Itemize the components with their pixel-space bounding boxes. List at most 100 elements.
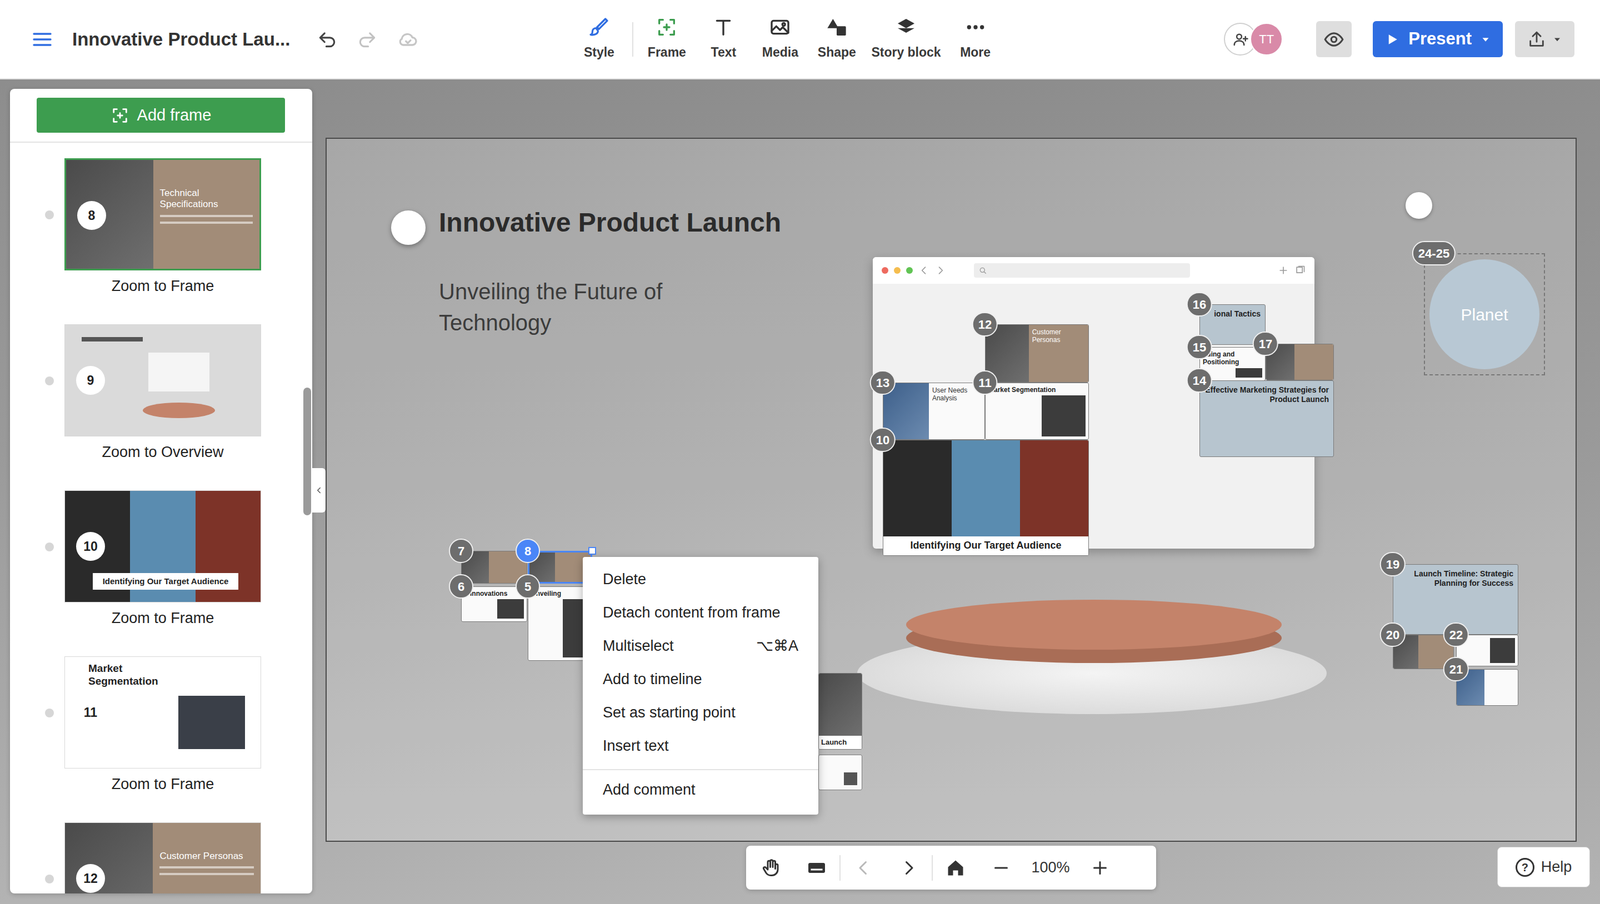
frame[interactable]: Launch bbox=[818, 673, 863, 750]
frame-number-badge[interactable]: 21 bbox=[1443, 657, 1469, 682]
frame-number-badge[interactable]: 7 bbox=[448, 538, 474, 564]
canvas-title[interactable]: Innovative Product Launch bbox=[438, 202, 782, 243]
canvas[interactable]: Innovative Product Launch Unveiling the F… bbox=[0, 79, 1600, 904]
toolbar-button[interactable]: More bbox=[948, 16, 1003, 63]
navigation-bar: 100% bbox=[746, 846, 1157, 890]
toolbar-button[interactable]: Style bbox=[572, 16, 626, 63]
frame-number-badge[interactable]: 5 bbox=[515, 574, 540, 599]
menu-item[interactable]: Add to timeline bbox=[582, 662, 819, 697]
zoom-in-button[interactable] bbox=[1077, 846, 1123, 890]
captions-button[interactable] bbox=[793, 846, 840, 890]
collage-photo bbox=[951, 440, 1020, 537]
add-frame-icon bbox=[110, 106, 130, 125]
presentation-title[interactable]: Innovative Product Lau... bbox=[72, 25, 290, 54]
frame-number-badge[interactable]: 10 bbox=[870, 427, 896, 453]
undo-icon bbox=[316, 28, 338, 50]
menu-item[interactable]: Set as starting point bbox=[582, 696, 819, 730]
redo-button[interactable] bbox=[354, 26, 380, 53]
menu-item-label: Multiselect bbox=[602, 635, 674, 658]
help-button[interactable]: ?Help bbox=[1497, 847, 1590, 888]
sidebar-item[interactable]: Customer Personas12 bbox=[64, 822, 262, 894]
frame-number-badge[interactable]: 12 bbox=[972, 312, 998, 337]
sidebar-item[interactable]: Identifying Our Target Audience10 Zoom to… bbox=[64, 490, 262, 628]
thumbnail-caption[interactable]: Zoom to Frame bbox=[64, 775, 262, 794]
canvas-subtitle[interactable]: Unveiling the Future of Technology bbox=[438, 276, 717, 339]
save-status bbox=[394, 26, 422, 53]
thumbnail-caption[interactable]: Zoom to Overview bbox=[64, 443, 262, 462]
prev-button[interactable] bbox=[840, 846, 887, 890]
present-button[interactable]: Present bbox=[1372, 21, 1503, 58]
add-frame-button[interactable]: Add frame bbox=[36, 97, 285, 133]
frame-number-badge[interactable]: 6 bbox=[448, 574, 474, 599]
sidebar-item[interactable]: 9 Zoom to Overview bbox=[64, 324, 262, 462]
toolbar-button[interactable]: Text bbox=[696, 16, 750, 63]
frame-thumbnail[interactable]: Customer Personas12 bbox=[64, 822, 262, 894]
frame-number-badge[interactable]: 15 bbox=[1186, 335, 1213, 360]
menu-item-label: Detach content from frame bbox=[602, 601, 781, 625]
layers-icon bbox=[895, 16, 918, 39]
user-avatar[interactable]: TT bbox=[1250, 22, 1283, 56]
menu-item[interactable]: Multiselect ⌥⌘A bbox=[582, 629, 819, 663]
frame-number-badge[interactable]: 16 bbox=[1186, 292, 1213, 317]
text-line bbox=[159, 866, 254, 869]
frame-number-badge[interactable]: 19 bbox=[1380, 552, 1406, 577]
window-dot bbox=[893, 267, 901, 274]
present-label: Present bbox=[1408, 26, 1472, 53]
thumbnail-body: Technical Specifications bbox=[153, 160, 260, 269]
frame[interactable]: Customer Personas bbox=[985, 324, 1089, 383]
toolbar-button[interactable]: Media bbox=[753, 16, 807, 63]
thumbnail-image bbox=[178, 696, 245, 750]
menu-item[interactable]: Delete bbox=[582, 562, 819, 597]
frame[interactable]: Identifying Our Target Audience bbox=[882, 440, 1089, 557]
thumbnail-title: Customer Personas bbox=[159, 851, 254, 863]
frame-number-badge[interactable]: 20 bbox=[1380, 622, 1406, 648]
thumbnail-caption[interactable]: Zoom to Frame bbox=[64, 609, 262, 628]
share-button[interactable] bbox=[1515, 21, 1575, 58]
thumbnail-number: 11 bbox=[76, 698, 105, 728]
frame-number-badge[interactable]: 22 bbox=[1443, 622, 1469, 648]
frame-number-badge[interactable]: 13 bbox=[870, 370, 896, 395]
frame-text: Launch bbox=[821, 738, 860, 748]
undo-button[interactable] bbox=[314, 26, 340, 53]
frame-number-badge[interactable]: 11 bbox=[972, 370, 998, 395]
next-button[interactable] bbox=[886, 846, 932, 890]
pan-button[interactable] bbox=[748, 846, 794, 890]
frame-thumbnail[interactable]: Technical Specifications8 bbox=[64, 158, 262, 271]
frame-thumbnail[interactable]: Identifying Our Target Audience10 bbox=[64, 490, 262, 603]
timeline-dot bbox=[45, 708, 54, 718]
menu-item[interactable]: Detach content from frame bbox=[582, 596, 819, 630]
frame[interactable]: Effective Marketing Strategies for Produ… bbox=[1199, 380, 1334, 458]
sidebar-item[interactable]: Technical Specifications8 Zoom to Frame bbox=[64, 158, 262, 295]
toolbar-button[interactable]: Shape bbox=[810, 16, 864, 63]
zoom-level[interactable]: 100% bbox=[1023, 856, 1078, 880]
frame[interactable]: User Needs Analysis bbox=[882, 382, 985, 440]
frame-text: y Innovations bbox=[464, 590, 524, 598]
resize-handle[interactable] bbox=[588, 547, 597, 555]
sidebar-item[interactable]: Market Segmentation11 Zoom to Frame bbox=[64, 656, 262, 794]
frame-number-badge[interactable]: 17 bbox=[1252, 331, 1279, 357]
menu-item-shortcut: ⌥⌘A bbox=[756, 635, 799, 658]
back-icon bbox=[918, 265, 930, 277]
frame[interactable]: Market Segmentation bbox=[985, 382, 1089, 440]
toolbar-button[interactable]: Story block bbox=[866, 16, 945, 63]
sidebar-scrollbar[interactable] bbox=[303, 387, 312, 516]
home-button[interactable] bbox=[932, 846, 979, 890]
frame-number-badge[interactable]: 14 bbox=[1186, 368, 1213, 393]
menu-button[interactable] bbox=[28, 26, 56, 53]
frame-thumbnail[interactable]: Market Segmentation11 bbox=[64, 656, 262, 769]
frame-number-badge[interactable]: 24-25 bbox=[1412, 241, 1456, 266]
thumbnail-caption[interactable]: Zoom to Frame bbox=[64, 277, 262, 295]
frame[interactable] bbox=[818, 755, 863, 791]
thumbnail-title: Technical Specifications bbox=[160, 187, 253, 211]
zoom-out-button[interactable] bbox=[978, 846, 1024, 890]
preview-button[interactable] bbox=[1316, 21, 1352, 58]
planet-frame[interactable]: Planet bbox=[1423, 253, 1545, 376]
toolbar-button[interactable]: Frame bbox=[640, 16, 694, 63]
frame-number-badge[interactable]: 8 bbox=[515, 538, 540, 564]
toolbar-label: Shape bbox=[817, 42, 857, 63]
menu-icon bbox=[31, 28, 54, 51]
frame-thumbnail[interactable]: 9 bbox=[64, 324, 262, 437]
menu-item[interactable]: Add comment bbox=[582, 769, 819, 810]
menu-item[interactable]: Insert text bbox=[582, 729, 819, 763]
collapse-sidebar-button[interactable] bbox=[312, 468, 326, 513]
